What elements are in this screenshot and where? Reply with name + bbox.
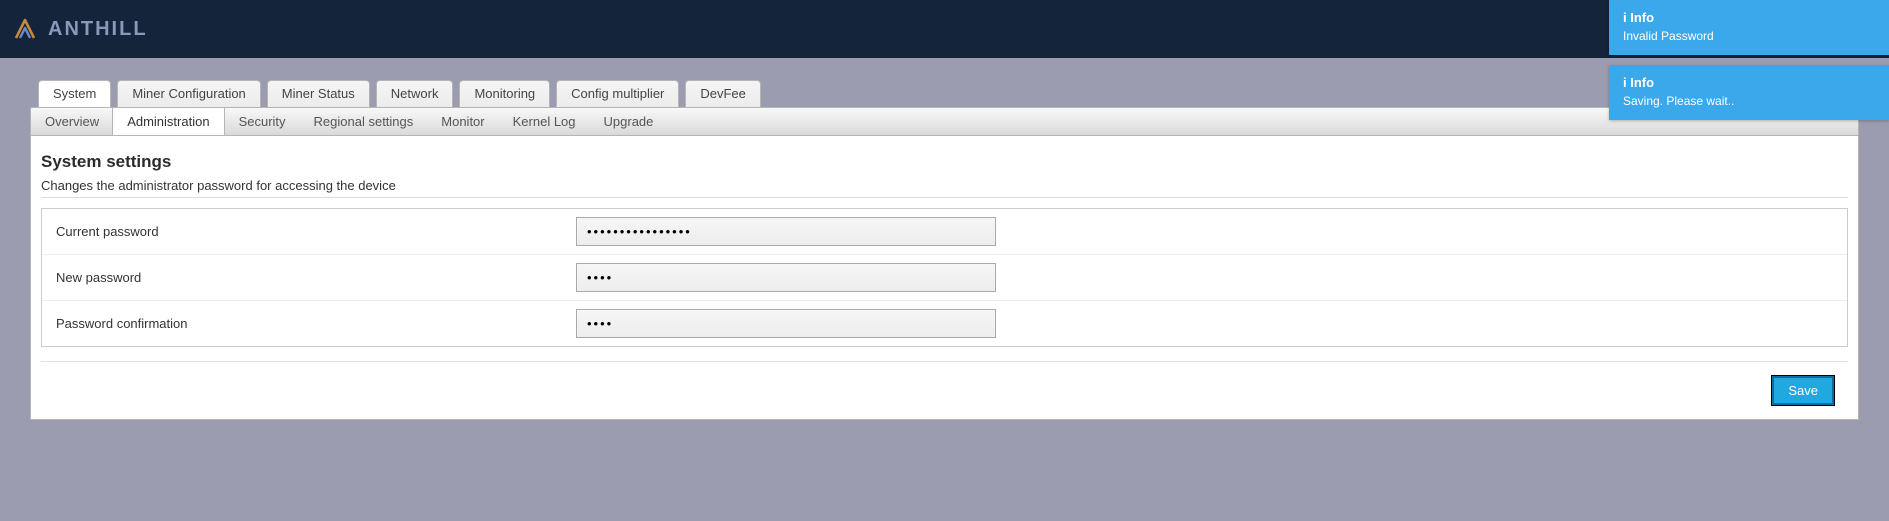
primary-tabs: System Miner Configuration Miner Status … [0, 80, 1889, 107]
notification-stack: i Info Invalid Password i Info Saving. P… [1609, 0, 1889, 120]
logo-icon [12, 16, 38, 42]
brand-logo: ANTHILL [12, 16, 148, 42]
row-current-password: Current password [42, 209, 1847, 255]
row-new-password: New password [42, 255, 1847, 301]
tab-miner-status[interactable]: Miner Status [267, 80, 370, 107]
input-current-password[interactable] [576, 217, 996, 246]
save-button[interactable]: Save [1772, 376, 1834, 405]
subtab-kernel-log[interactable]: Kernel Log [499, 108, 590, 135]
toast-title: i Info [1623, 75, 1875, 90]
subtab-security[interactable]: Security [225, 108, 300, 135]
subtab-overview[interactable]: Overview [31, 108, 113, 135]
main-panel: System settings Changes the administrato… [30, 136, 1859, 420]
app-header: ANTHILL Online 3.8.6 Find Miner St [0, 0, 1889, 58]
row-password-confirmation: Password confirmation [42, 301, 1847, 346]
section-title: System settings [41, 152, 1848, 172]
toast-saving: i Info Saving. Please wait.. [1609, 65, 1889, 120]
toast-message: Saving. Please wait.. [1623, 94, 1875, 108]
label-new-password: New password [56, 270, 576, 285]
tab-devfee[interactable]: DevFee [685, 80, 761, 107]
tab-system[interactable]: System [38, 80, 111, 107]
tab-miner-configuration[interactable]: Miner Configuration [117, 80, 260, 107]
brand-name: ANTHILL [48, 18, 148, 41]
subtab-upgrade[interactable]: Upgrade [590, 108, 668, 135]
label-password-confirmation: Password confirmation [56, 316, 576, 331]
subtab-regional-settings[interactable]: Regional settings [300, 108, 428, 135]
section-description: Changes the administrator password for a… [41, 178, 1848, 198]
password-form: Current password New password Password c… [41, 208, 1848, 347]
subtab-administration[interactable]: Administration [112, 108, 224, 135]
toast-title: i Info [1623, 10, 1875, 25]
input-password-confirmation[interactable] [576, 309, 996, 338]
secondary-tabs: Overview Administration Security Regiona… [30, 107, 1859, 136]
toast-invalid-password: i Info Invalid Password [1609, 0, 1889, 55]
toast-message: Invalid Password [1623, 29, 1875, 43]
input-new-password[interactable] [576, 263, 996, 292]
tab-config-multiplier[interactable]: Config multiplier [556, 80, 679, 107]
label-current-password: Current password [56, 224, 576, 239]
tab-monitoring[interactable]: Monitoring [459, 80, 550, 107]
tab-network[interactable]: Network [376, 80, 454, 107]
subtab-monitor[interactable]: Monitor [427, 108, 498, 135]
